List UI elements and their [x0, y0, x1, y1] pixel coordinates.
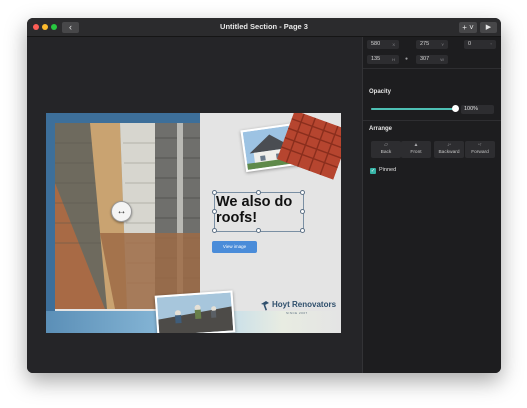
logo-name: Hoyt Renovators: [272, 300, 337, 309]
bring-to-front-button[interactable]: ▲ Front: [401, 141, 431, 158]
resize-handle-bottom[interactable]: [256, 228, 261, 233]
send-to-back-button[interactable]: ▱ Back: [371, 141, 401, 158]
play-button[interactable]: ▶: [480, 22, 497, 33]
opacity-value-field[interactable]: 100%: [461, 105, 494, 114]
opacity-slider-fill: [371, 108, 457, 110]
rotation-value: 0: [468, 41, 472, 47]
x-label: X: [392, 42, 395, 47]
height-value: 135: [371, 56, 381, 62]
opacity-slider-knob[interactable]: [452, 105, 459, 112]
slide-accent-bar-left: [46, 113, 55, 311]
view-image-button[interactable]: View image: [212, 241, 257, 253]
company-logo[interactable]: Hoyt Renovators SINCE 2007: [260, 299, 340, 319]
bring-forward-label: Forward: [471, 150, 489, 155]
bring-forward-icon: ▫↑: [477, 142, 483, 148]
height-field[interactable]: 135 H: [367, 55, 399, 64]
send-to-back-label: Back: [380, 150, 392, 155]
resize-cursor-icon[interactable]: ↔: [111, 201, 132, 222]
send-backward-icon: ↓▫: [446, 142, 452, 148]
editor-canvas[interactable]: We also do roofs! View image Hoyt Renova…: [27, 37, 362, 373]
opacity-title: Opacity: [369, 89, 392, 95]
slide-accent-bar-top: [46, 113, 200, 123]
width-field[interactable]: 307 W: [416, 55, 448, 64]
send-backward-button[interactable]: ↓▫ Backward: [434, 141, 464, 158]
lock-icon[interactable]: ●: [405, 55, 408, 64]
bring-to-front-icon: ▲: [413, 142, 419, 148]
inspector-panel: 580 X 275 Y 0 ° 135 H ● 307 W Opacity 10…: [362, 37, 501, 373]
x-position-field[interactable]: 580 X: [367, 40, 399, 49]
bring-to-front-label: Front: [410, 150, 422, 155]
roof-workers-photo[interactable]: [154, 290, 236, 333]
arrange-title: Arrange: [369, 126, 393, 132]
x-value: 580: [371, 41, 381, 47]
logo-tagline: SINCE 2007: [286, 311, 308, 315]
y-position-field[interactable]: 275 Y: [416, 40, 448, 49]
bring-forward-button[interactable]: ▫↑ Forward: [465, 141, 495, 158]
resize-handle-bottom-left[interactable]: [212, 228, 217, 233]
send-to-back-icon: ▱: [384, 142, 388, 148]
height-label: H: [392, 57, 395, 62]
y-value: 275: [420, 41, 430, 47]
resize-handle-bottom-right[interactable]: [300, 228, 305, 233]
slide-page[interactable]: We also do roofs! View image Hoyt Renova…: [46, 113, 341, 333]
divider: [363, 120, 501, 121]
pinned-checkbox[interactable]: ✓: [370, 168, 376, 174]
slide-headline[interactable]: We also do roofs!: [216, 194, 302, 226]
hammer-logo-icon: [261, 301, 269, 311]
width-label: W: [440, 57, 444, 62]
rotation-field[interactable]: 0 °: [464, 40, 496, 49]
width-value: 307: [420, 56, 430, 62]
pinned-label: Pinned: [379, 167, 397, 173]
window-title: Untitled Section - Page 3: [220, 22, 308, 31]
play-icon: ▶: [485, 24, 492, 31]
title-bar: ‹ Untitled Section - Page 3 + ˅ ▶: [27, 18, 501, 37]
send-backward-label: Backward: [438, 150, 460, 155]
app-window: ‹ Untitled Section - Page 3 + ˅ ▶ We als…: [27, 18, 501, 373]
y-label: Y: [441, 42, 444, 47]
opacity-slider-track[interactable]: [371, 108, 457, 110]
divider: [363, 68, 501, 69]
rotation-label: °: [490, 42, 492, 47]
add-menu-button[interactable]: + ˅: [459, 22, 477, 33]
